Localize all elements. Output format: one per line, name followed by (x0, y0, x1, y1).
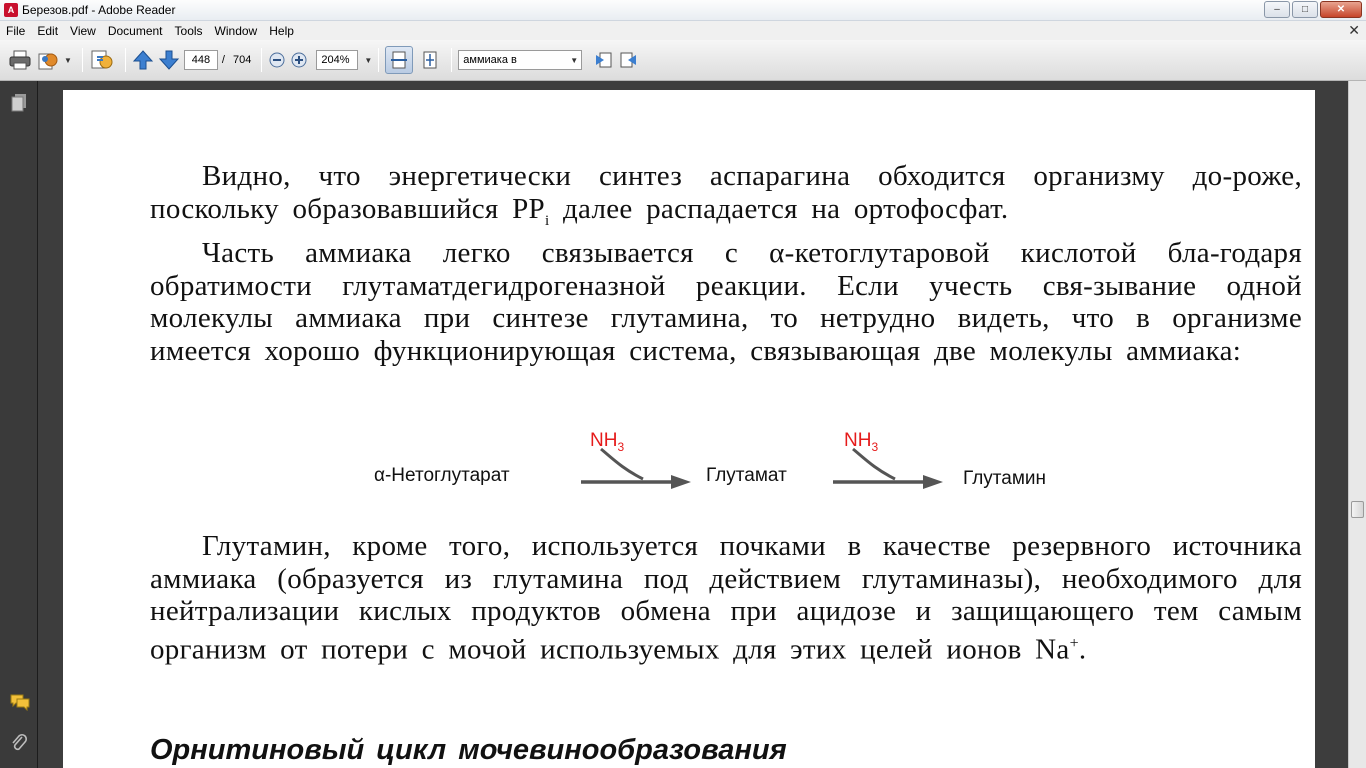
reaction-arrow-1 (581, 447, 691, 489)
document-viewport[interactable]: Видно, что энергетически синтез аспараги… (38, 81, 1348, 768)
zoom-dropdown-arrow[interactable]: ▼ (364, 56, 372, 65)
zoom-out-button[interactable] (268, 47, 286, 73)
fit-width-button[interactable] (385, 46, 414, 74)
page-separator: / (221, 54, 225, 66)
zoom-input[interactable]: 204% (316, 50, 359, 70)
toolbar: ▼ 448 / 704 204% ▼ аммиака в ▼ (0, 40, 1366, 81)
maximize-button[interactable]: □ (1292, 1, 1318, 18)
printer-icon (9, 50, 31, 70)
page-total: 704 (232, 54, 252, 66)
body-text-top: Видно, что энергетически синтез аспараги… (150, 160, 1302, 367)
toolbar-divider (261, 48, 263, 72)
menu-file[interactable]: File (0, 24, 31, 38)
product-label: Глутамин (963, 468, 1047, 489)
share-dropdown-arrow[interactable]: ▼ (64, 56, 72, 65)
minimize-button[interactable]: – (1264, 1, 1290, 18)
collaborate-button[interactable] (89, 47, 115, 73)
close-document-button[interactable]: ✕ (1348, 22, 1360, 39)
toolbar-divider (451, 48, 453, 72)
navigation-panel (0, 81, 38, 768)
zoom-out-icon (269, 52, 285, 68)
adobe-reader-icon: A (4, 3, 18, 17)
pages-icon[interactable] (10, 93, 28, 112)
window-title: Березов.pdf - Adobe Reader (22, 3, 176, 17)
window-controls: – □ ✕ (1264, 1, 1362, 18)
menu-view[interactable]: View (64, 24, 102, 38)
print-button[interactable] (8, 47, 32, 73)
share-button[interactable]: ▼ (36, 47, 72, 73)
find-next-icon (620, 52, 637, 68)
find-input[interactable]: аммиака в (458, 50, 583, 70)
menu-help[interactable]: Help (263, 24, 300, 38)
menu-edit[interactable]: Edit (31, 24, 64, 38)
menu-bar: File Edit View Document Tools Window Hel… (0, 21, 1366, 40)
collaborate-icon (91, 50, 113, 69)
toolbar-divider (124, 48, 126, 72)
arrow-down-icon (158, 50, 180, 70)
comments-icon[interactable] (10, 693, 30, 712)
share-icon (38, 53, 58, 70)
page-number-input[interactable]: 448 (183, 50, 218, 70)
substrate-label: α-Нетоглутарат (374, 465, 510, 486)
paragraph-2: Часть аммиака легко связывается с α-кето… (150, 236, 1302, 367)
zoom-in-icon (291, 52, 307, 68)
next-page-button[interactable] (158, 47, 180, 73)
pdf-page: Видно, что энергетически синтез аспараги… (63, 90, 1315, 768)
arrow-up-icon (132, 50, 154, 70)
find-dropdown-arrow[interactable]: ▼ (570, 56, 578, 65)
reaction-scheme: NH3 NH3 α-Нетоглутарат Глутамат Глутамин (63, 420, 1315, 510)
paragraph-3: Глутамин, кроме того, используется почка… (150, 530, 1302, 666)
section-heading: Орнитиновый цикл мочевинообразования (150, 734, 787, 766)
find-previous-button[interactable] (592, 47, 614, 73)
fit-page-button[interactable] (419, 47, 441, 73)
find-next-button[interactable] (618, 47, 640, 73)
fit-width-icon (391, 51, 408, 69)
scrollbar-thumb[interactable] (1351, 501, 1364, 518)
zoom-in-button[interactable] (290, 47, 308, 73)
body-text-bottom: Глутамин, кроме того, используется почка… (150, 530, 1302, 666)
intermediate-label: Глутамат (706, 465, 787, 486)
find-previous-icon (596, 52, 612, 68)
toolbar-divider (378, 48, 380, 72)
toolbar-divider (81, 48, 83, 72)
previous-page-button[interactable] (132, 47, 154, 73)
menu-document[interactable]: Document (102, 24, 169, 38)
paragraph-1: Видно, что энергетически синтез аспараги… (150, 160, 1302, 229)
reaction-arrow-2 (833, 447, 943, 489)
menu-tools[interactable]: Tools (169, 24, 209, 38)
fit-page-icon (423, 51, 437, 69)
title-bar: A Березов.pdf - Adobe Reader – □ ✕ (0, 0, 1366, 21)
menu-window[interactable]: Window (209, 24, 264, 38)
close-button[interactable]: ✕ (1320, 1, 1362, 18)
vertical-scrollbar[interactable] (1348, 81, 1366, 768)
paperclip-icon[interactable] (10, 733, 28, 751)
